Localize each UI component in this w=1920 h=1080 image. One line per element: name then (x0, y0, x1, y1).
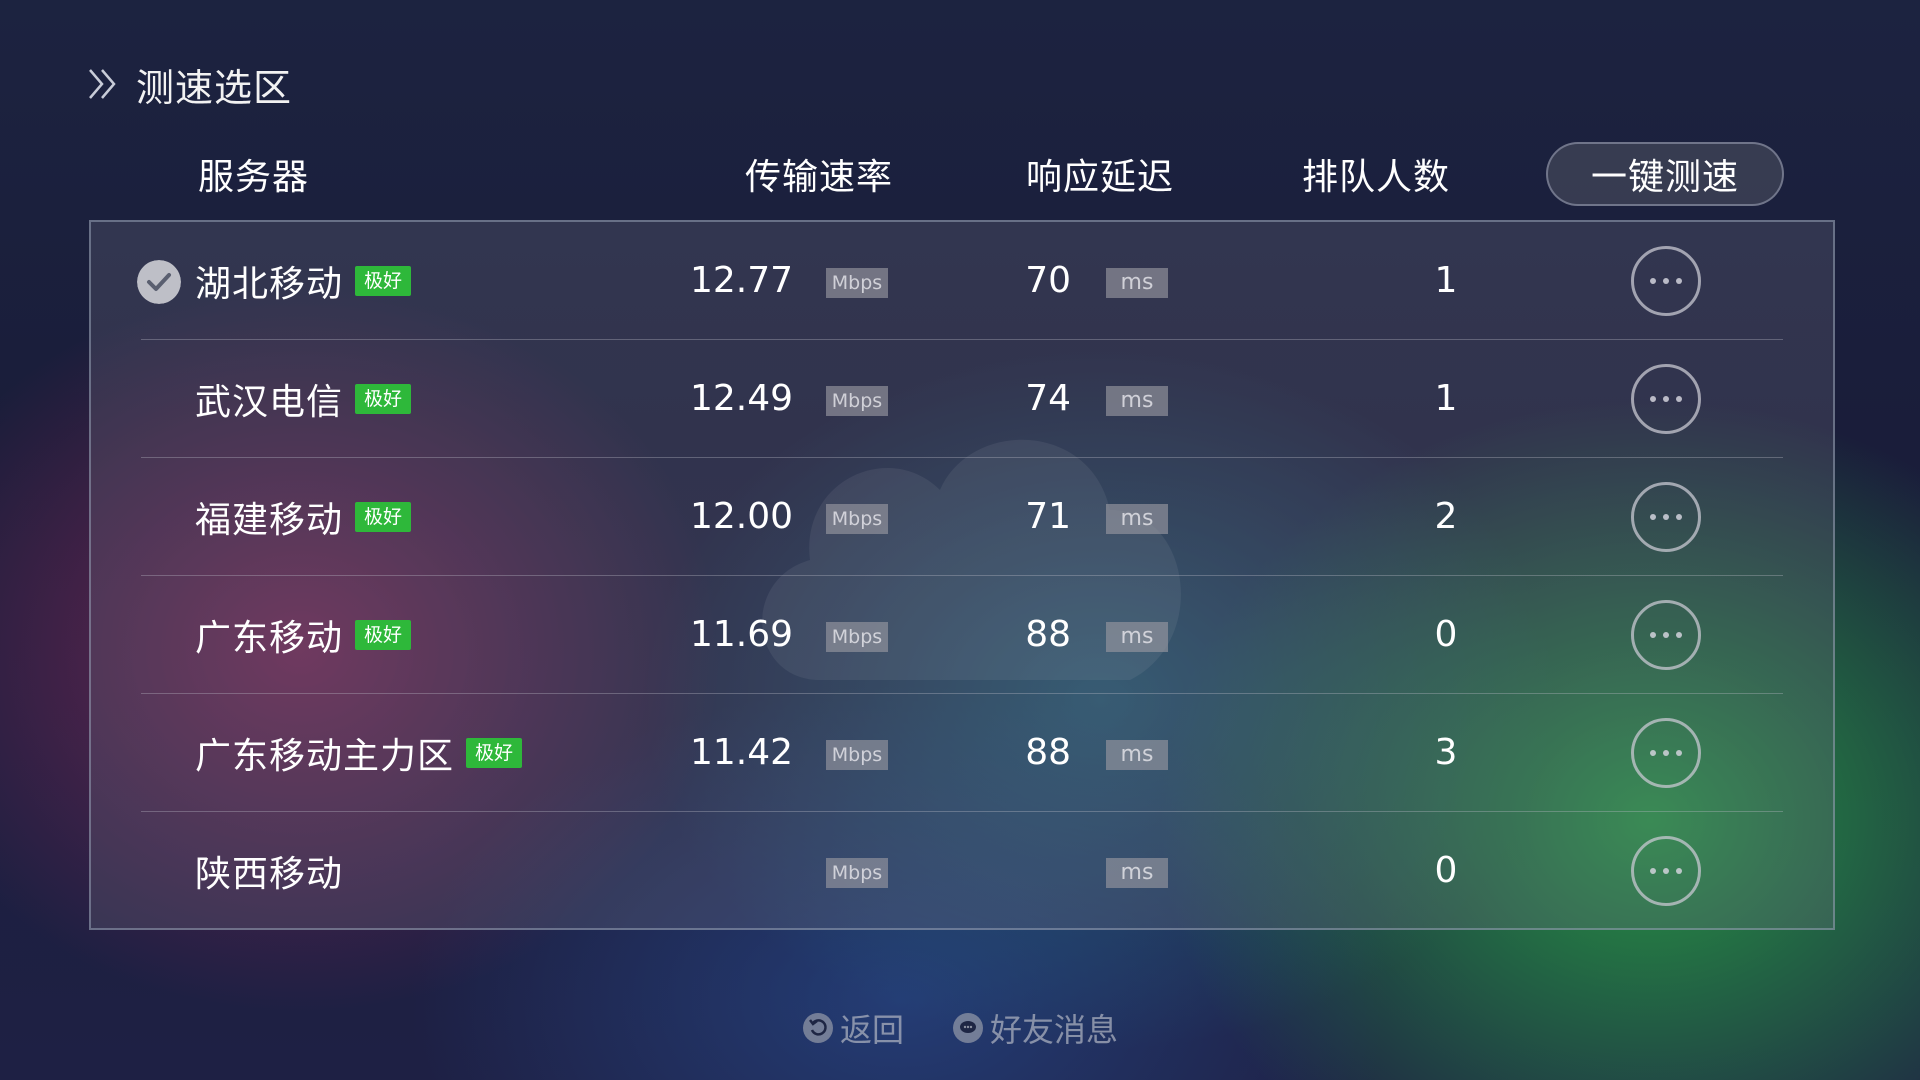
server-row[interactable]: 陕西移动 Mbps ms 0 (91, 812, 1833, 930)
more-options-button[interactable] (1631, 600, 1701, 670)
more-dot (1663, 750, 1669, 756)
more-options-button[interactable] (1631, 718, 1701, 788)
latency-value: 88 (1025, 614, 1071, 655)
latency-unit: ms (1106, 268, 1168, 298)
server-name: 武汉电信 (195, 382, 344, 423)
server-name: 湖北移动 (195, 264, 344, 305)
latency-value: 88 (1025, 732, 1071, 773)
more-dot (1676, 632, 1682, 638)
speed-value: 12.77 (689, 260, 793, 301)
footer-hints: 返回 好友消息 (0, 1004, 1920, 1052)
more-dot (1650, 514, 1656, 520)
one-click-speedtest-button[interactable]: 一键测速 (1546, 142, 1784, 206)
quality-badge: 极好 (355, 384, 412, 414)
server-cell: 广东移动 极好 (195, 576, 412, 694)
back-arrow-icon (802, 1013, 833, 1043)
more-dot (1676, 278, 1682, 284)
server-name: 陕西移动 (195, 854, 344, 895)
speed-value: 11.42 (689, 732, 793, 773)
server-cell: 陕西移动 (195, 812, 343, 930)
server-row[interactable]: 广东移动主力区 极好 11.42 Mbps 88 ms 3 (91, 694, 1833, 812)
more-options-button[interactable] (1631, 246, 1701, 316)
more-dot (1676, 396, 1682, 402)
more-dot (1663, 868, 1669, 874)
server-cell: 湖北移动 极好 (195, 222, 412, 340)
more-options-button[interactable] (1631, 482, 1701, 552)
speed-value: 11.69 (689, 614, 793, 655)
queue-count: 1 (1434, 260, 1458, 301)
speed-unit: Mbps (826, 268, 888, 298)
speed-unit: Mbps (826, 858, 888, 888)
quality-badge: 极好 (355, 502, 412, 532)
more-dot (1650, 278, 1656, 284)
server-row[interactable]: 湖北移动 极好 12.77 Mbps 70 ms 1 (91, 222, 1833, 340)
column-header-speed: 传输速率 (745, 157, 894, 198)
page-title: 测速选区 (136, 65, 293, 110)
server-name: 广东移动 (195, 618, 344, 659)
column-header-latency: 响应延迟 (1026, 157, 1175, 198)
column-header-server: 服务器 (198, 157, 310, 198)
speed-unit: Mbps (826, 740, 888, 770)
more-dot (1676, 750, 1682, 756)
speed-value: 12.49 (689, 378, 793, 419)
queue-count: 0 (1434, 850, 1458, 891)
chat-bubble-icon (953, 1013, 983, 1043)
server-cell: 武汉电信 极好 (195, 340, 412, 458)
more-dot (1650, 396, 1656, 402)
speed-unit: Mbps (826, 504, 888, 534)
column-header-queue: 排队人数 (1302, 157, 1451, 198)
queue-count: 0 (1434, 614, 1458, 655)
back-label: 返回 (839, 1011, 904, 1049)
latency-unit: ms (1106, 386, 1168, 416)
page-header: 测速选区 (86, 58, 292, 110)
latency-value: 70 (1025, 260, 1071, 301)
more-options-button[interactable] (1631, 836, 1701, 906)
quality-badge: 极好 (355, 620, 412, 650)
server-row[interactable]: 广东移动 极好 11.69 Mbps 88 ms 0 (91, 576, 1833, 694)
server-row[interactable]: 福建移动 极好 12.00 Mbps 71 ms 2 (91, 458, 1833, 576)
more-options-button[interactable] (1631, 364, 1701, 434)
server-cell: 福建移动 极好 (195, 458, 412, 576)
quality-badge: 极好 (466, 738, 523, 768)
latency-unit: ms (1106, 858, 1168, 888)
queue-count: 2 (1434, 496, 1458, 537)
server-cell: 广东移动主力区 极好 (195, 694, 523, 812)
more-dot (1650, 750, 1656, 756)
more-dot (1650, 868, 1656, 874)
server-row[interactable]: 武汉电信 极好 12.49 Mbps 74 ms 1 (91, 340, 1833, 458)
friend-messages-hint[interactable]: 好友消息 (952, 1005, 1118, 1051)
server-table: 湖北移动 极好 12.77 Mbps 70 ms 1 武汉电信 极好 12.49 Mbps 74 ms 1… (89, 220, 1835, 930)
latency-unit: ms (1106, 504, 1168, 534)
more-dot (1650, 632, 1656, 638)
server-name: 广东移动主力区 (195, 736, 455, 777)
back-hint[interactable]: 返回 (802, 1005, 904, 1051)
latency-value: 71 (1025, 496, 1071, 537)
double-chevron-right-icon (89, 69, 116, 99)
speed-value: 12.00 (689, 496, 793, 537)
latency-unit: ms (1106, 740, 1168, 770)
queue-count: 1 (1434, 378, 1458, 419)
queue-count: 3 (1434, 732, 1458, 773)
check-circle-icon (137, 260, 181, 304)
more-dot (1676, 514, 1682, 520)
speed-unit: Mbps (826, 622, 888, 652)
more-dot (1663, 514, 1669, 520)
server-name: 福建移动 (195, 500, 344, 541)
friend-messages-label: 好友消息 (990, 1011, 1119, 1049)
more-dot (1663, 278, 1669, 284)
latency-unit: ms (1106, 622, 1168, 652)
more-dot (1663, 632, 1669, 638)
more-dot (1663, 396, 1669, 402)
speed-unit: Mbps (826, 386, 888, 416)
quality-badge: 极好 (355, 266, 412, 296)
more-dot (1676, 868, 1682, 874)
latency-value: 74 (1025, 378, 1071, 419)
